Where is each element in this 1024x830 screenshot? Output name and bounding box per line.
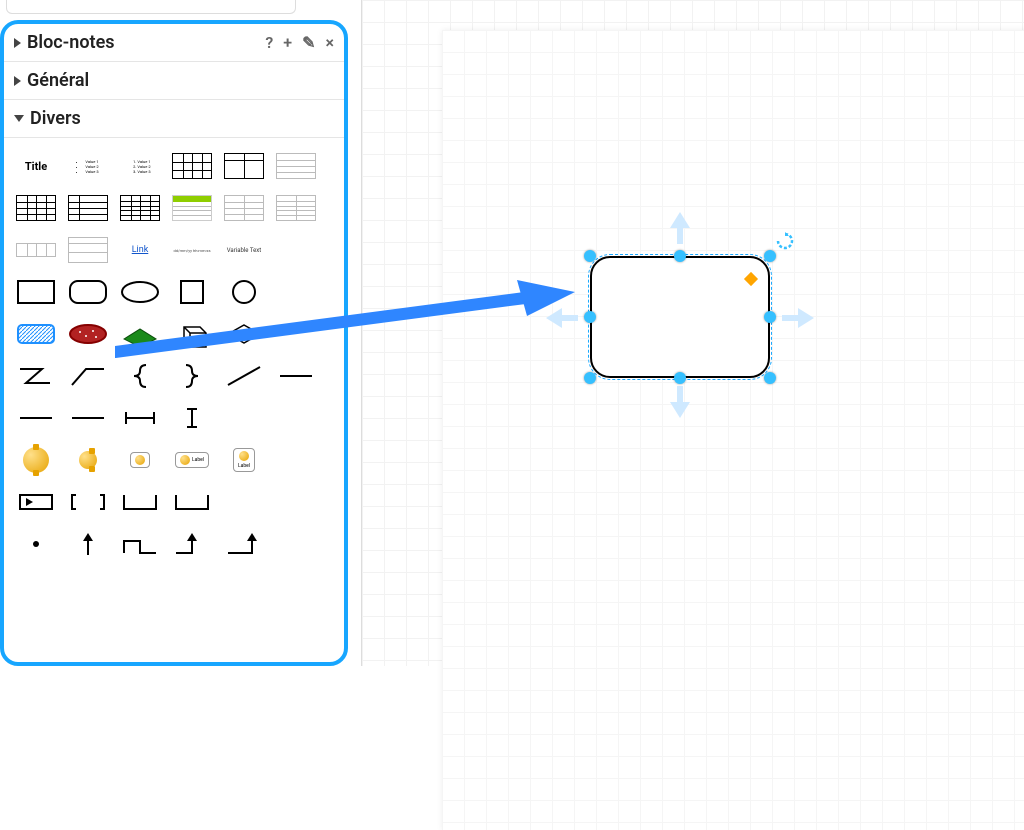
shape-table-light-rows[interactable] <box>222 190 266 226</box>
shape-bracket-rect[interactable] <box>66 484 110 520</box>
shape-bulleted-list[interactable]: Value 1 Value 2 Value 3 <box>66 148 110 184</box>
shape-variable-text[interactable]: Variable Text <box>222 232 266 268</box>
shape-link[interactable]: Link <box>118 232 162 268</box>
shape-label-box-vertical[interactable]: Label <box>222 442 266 478</box>
section-general[interactable]: Général <box>4 62 344 100</box>
shape-horizontal-line[interactable] <box>274 358 318 394</box>
shape-angle-line[interactable] <box>66 358 110 394</box>
shape-hatched-rect-blue[interactable] <box>14 316 58 352</box>
shape-timestamp[interactable]: dd/mm/yy hh:mm:ss <box>170 232 214 268</box>
shape-empty-slot-7 <box>222 484 266 520</box>
shape-ellipse[interactable] <box>118 274 162 310</box>
connect-arrow-east[interactable] <box>778 298 818 342</box>
help-icon[interactable]: ? <box>265 33 273 52</box>
section-misc[interactable]: Divers <box>4 100 344 138</box>
shape-table-sidebar[interactable] <box>66 190 110 226</box>
shape-dot[interactable] <box>14 526 58 562</box>
resize-handle-bl[interactable] <box>584 372 596 384</box>
shape-step-line[interactable] <box>118 526 162 562</box>
shape-brace-right[interactable] <box>170 358 214 394</box>
shape-step-arrow-up-2[interactable] <box>222 526 266 562</box>
selection-outline <box>588 254 772 380</box>
app-root: Bloc-notes ? + ✎ × Général Divers Title <box>0 0 1024 666</box>
shape-empty-slot-6 <box>274 442 318 478</box>
shape-text-cursor-icon[interactable] <box>170 400 214 436</box>
shape-table-4x4[interactable] <box>170 148 214 184</box>
shape-arrow-up[interactable] <box>66 526 110 562</box>
shape-rounded-rectangle[interactable] <box>66 274 110 310</box>
shape-circle[interactable] <box>222 274 266 310</box>
shape-brace-left[interactable] <box>118 358 162 394</box>
section-title: Divers <box>30 108 81 129</box>
shape-table-dense[interactable] <box>118 190 162 226</box>
shape-step-arrow-up[interactable] <box>170 526 214 562</box>
shape-h-line-3[interactable] <box>66 400 110 436</box>
shape-open-top-rect[interactable] <box>118 484 162 520</box>
resize-handle-tm[interactable] <box>674 250 686 262</box>
resize-handle-bm[interactable] <box>674 372 686 384</box>
connect-arrow-south[interactable] <box>660 382 700 426</box>
shape-dimension-line[interactable] <box>118 400 162 436</box>
resize-handle-br[interactable] <box>764 372 776 384</box>
rotate-handle[interactable] <box>776 232 794 250</box>
shape-table-header[interactable] <box>222 148 266 184</box>
shape-h-line-2[interactable] <box>14 400 58 436</box>
shape-label-box[interactable]: Label <box>170 442 214 478</box>
shape-table-light-rows-2[interactable] <box>274 190 318 226</box>
connect-arrow-west[interactable] <box>542 298 582 342</box>
shape-iso-plane-green[interactable] <box>118 316 162 352</box>
shape-title[interactable]: Title <box>14 148 58 184</box>
shape-empty-slot-8 <box>274 484 318 520</box>
selected-shape[interactable] <box>590 256 770 378</box>
close-icon[interactable]: × <box>326 33 335 52</box>
page-background <box>442 30 1024 830</box>
shape-play-button[interactable] <box>14 484 58 520</box>
shape-square[interactable] <box>170 274 214 310</box>
chevron-right-icon <box>14 76 21 86</box>
pencil-icon[interactable]: ✎ <box>302 33 315 52</box>
shape-cube[interactable] <box>170 316 214 352</box>
shape-table-mini[interactable] <box>14 232 58 268</box>
resize-handle-tl[interactable] <box>584 250 596 262</box>
resize-handle-mr[interactable] <box>764 311 776 323</box>
shape-container-header-rows[interactable] <box>66 232 110 268</box>
chevron-right-icon <box>14 38 21 48</box>
shape-table-cross[interactable] <box>14 190 58 226</box>
resize-handle-ml[interactable] <box>584 311 596 323</box>
resize-handle-tr[interactable] <box>764 250 776 262</box>
search-shapes-input[interactable] <box>6 0 296 14</box>
section-scratchpad[interactable]: Bloc-notes ? + ✎ × <box>4 24 344 62</box>
connect-arrow-north[interactable] <box>660 208 700 252</box>
shape-gear-small[interactable] <box>66 442 110 478</box>
shape-gear-box[interactable] <box>118 442 162 478</box>
shape-diamond-outline[interactable] <box>222 316 266 352</box>
shape-zigzag[interactable] <box>14 358 58 394</box>
shape-open-top-rect-2[interactable] <box>170 484 214 520</box>
shape-numbered-list[interactable]: Value 1 Value 2 Value 3 <box>118 148 162 184</box>
shape-rectangle[interactable] <box>14 274 58 310</box>
shape-empty-slot-9 <box>274 526 318 562</box>
shape-library-scroll[interactable]: Bloc-notes ? + ✎ × Général Divers Title <box>4 24 344 662</box>
plus-icon[interactable]: + <box>283 33 292 52</box>
shape-table-green-header[interactable] <box>170 190 214 226</box>
shape-table-text[interactable] <box>274 148 318 184</box>
shape-empty-slot <box>274 232 318 268</box>
chevron-down-icon <box>14 115 24 122</box>
scratchpad-tools: ? + ✎ × <box>265 33 334 52</box>
section-title: Bloc-notes <box>27 32 115 53</box>
shape-speckled-ellipse-red[interactable] <box>66 316 110 352</box>
shape-diagonal[interactable] <box>222 358 266 394</box>
shape-empty-slot-3 <box>274 316 318 352</box>
shape-empty-slot-4 <box>222 400 266 436</box>
shape-gear-large[interactable] <box>14 442 58 478</box>
shape-library-panel: Bloc-notes ? + ✎ × Général Divers Title <box>0 20 348 666</box>
misc-shape-grid: Title Value 1 Value 2 Value 3 Value 1 Va… <box>4 138 344 572</box>
shape-empty-slot-5 <box>274 400 318 436</box>
shape-empty-slot-2 <box>274 274 318 310</box>
section-title: Général <box>27 70 89 91</box>
